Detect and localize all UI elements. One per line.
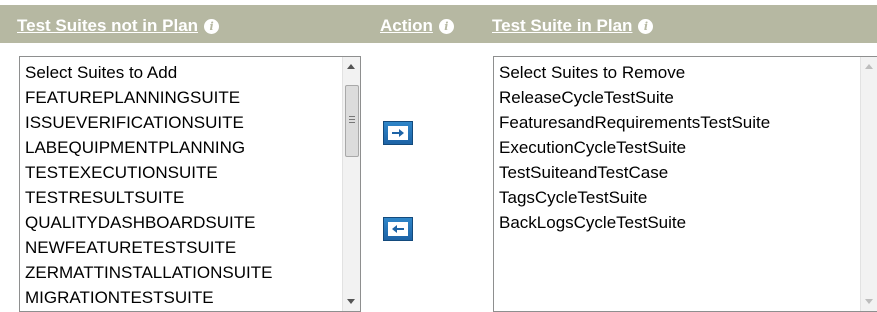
info-icon[interactable]: i — [638, 18, 654, 34]
list-item[interactable]: NEWFEATURETESTSUITE — [25, 235, 272, 260]
list-item[interactable]: Select Suites to Add — [25, 60, 272, 85]
header-action-label[interactable]: Action — [380, 16, 433, 36]
header-not-in-plan: Test Suites not in Plan i — [17, 16, 220, 36]
scroll-up-arrow-icon[interactable] — [865, 64, 873, 69]
header-action: Action i — [380, 16, 454, 36]
list-item[interactable]: ZERMATTINSTALLATIONSUITE — [25, 260, 272, 285]
arrow-left-icon — [388, 222, 408, 236]
info-icon[interactable]: i — [438, 18, 454, 34]
list-item[interactable]: TESTEXECUTIONSUITE — [25, 160, 272, 185]
add-suite-button[interactable] — [383, 121, 413, 145]
info-icon[interactable]: i — [204, 18, 220, 34]
scroll-thumb[interactable] — [345, 85, 359, 157]
remove-suite-button[interactable] — [383, 217, 413, 241]
list-item[interactable]: FEATUREPLANNINGSUITE — [25, 85, 272, 110]
list-item[interactable]: ExecutionCycleTestSuite — [499, 135, 770, 160]
list-item[interactable]: FeaturesandRequirementsTestSuite — [499, 110, 770, 135]
header-not-in-plan-label[interactable]: Test Suites not in Plan — [17, 16, 198, 36]
list-item[interactable]: ISSUEVERIFICATIONSUITE — [25, 110, 272, 135]
header-in-plan-label[interactable]: Test Suite in Plan — [492, 16, 632, 36]
scroll-down-arrow-icon[interactable] — [865, 299, 873, 304]
left-scrollbar[interactable] — [342, 57, 360, 311]
scroll-up-arrow-icon[interactable] — [347, 64, 355, 69]
list-item[interactable]: TestSuiteandTestCase — [499, 160, 770, 185]
scroll-down-arrow-icon[interactable] — [347, 299, 355, 304]
header-in-plan: Test Suite in Plan i — [492, 16, 654, 36]
suites-not-in-plan-listbox[interactable]: Select Suites to Add FEATUREPLANNINGSUIT… — [19, 56, 361, 312]
list-item[interactable]: MIGRATIONTESTSUITE — [25, 285, 272, 310]
suites-in-plan-list: Select Suites to Remove ReleaseCycleTest… — [499, 60, 770, 235]
list-item[interactable]: ReleaseCycleTestSuite — [499, 85, 770, 110]
suites-not-in-plan-list: Select Suites to Add FEATUREPLANNINGSUIT… — [25, 60, 272, 310]
list-item[interactable]: LABEQUIPMENTPLANNING — [25, 135, 272, 160]
list-item[interactable]: TagsCycleTestSuite — [499, 185, 770, 210]
list-item[interactable]: QUALITYDASHBOARDSUITE — [25, 210, 272, 235]
arrow-right-icon — [388, 126, 408, 140]
list-item[interactable]: BackLogsCycleTestSuite — [499, 210, 770, 235]
list-item[interactable]: Select Suites to Remove — [499, 60, 770, 85]
right-scrollbar[interactable] — [860, 57, 877, 311]
list-item[interactable]: TESTRESULTSUITE — [25, 185, 272, 210]
suites-in-plan-listbox[interactable]: Select Suites to Remove ReleaseCycleTest… — [493, 56, 877, 312]
